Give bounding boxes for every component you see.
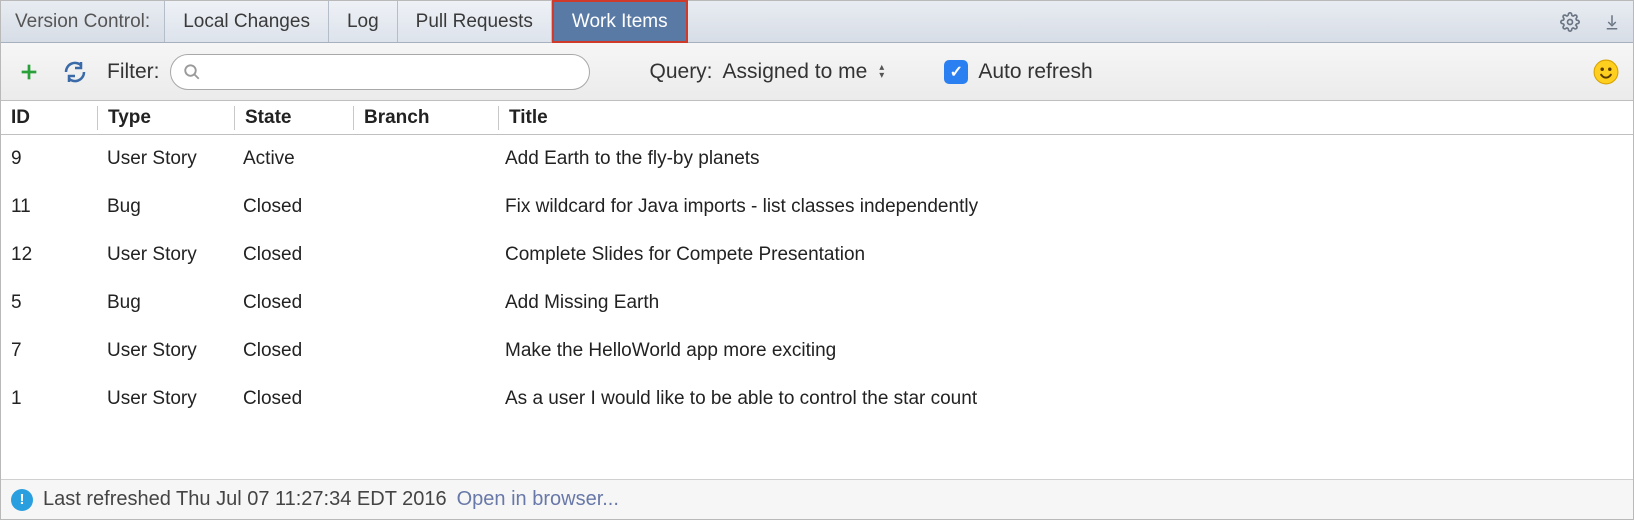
version-control-panel: Version Control: Local Changes Log Pull … (0, 0, 1634, 520)
cell-branch (351, 279, 495, 327)
cell-id: 9 (1, 135, 97, 183)
cell-title: Add Missing Earth (495, 279, 1633, 327)
cell-type: User Story (97, 135, 233, 183)
cell-branch (351, 135, 495, 183)
filter-input[interactable] (209, 61, 577, 82)
status-text: Last refreshed Thu Jul 07 11:27:34 EDT 2… (43, 488, 447, 511)
cell-title: Complete Slides for Compete Presentation (495, 231, 1633, 279)
table-body: 9User StoryActiveAdd Earth to the fly-by… (1, 135, 1633, 479)
filter-label: Filter: (107, 60, 160, 84)
cell-state: Closed (233, 279, 351, 327)
query-dropdown[interactable]: Query: Assigned to me ▴▾ (650, 60, 885, 84)
feedback-icon[interactable] (1593, 59, 1619, 85)
tab-pull-requests[interactable]: Pull Requests (398, 1, 552, 42)
info-icon: ! (11, 489, 33, 511)
updown-icon: ▴▾ (879, 64, 884, 80)
cell-title: Make the HelloWorld app more exciting (495, 327, 1633, 375)
auto-refresh-toggle[interactable]: ✓ Auto refresh (944, 60, 1092, 84)
status-bar: ! Last refreshed Thu Jul 07 11:27:34 EDT… (1, 479, 1633, 519)
cell-state: Closed (233, 375, 351, 423)
checkbox-checked-icon[interactable]: ✓ (944, 60, 968, 84)
cell-type: User Story (97, 231, 233, 279)
panel-title: Version Control: (1, 1, 165, 42)
cell-title: Fix wildcard for Java imports - list cla… (495, 183, 1633, 231)
table-row[interactable]: 1User StoryClosed As a user I would like … (1, 375, 1633, 423)
cell-type: Bug (97, 183, 233, 231)
tab-bar: Version Control: Local Changes Log Pull … (1, 1, 1633, 43)
cell-branch (351, 327, 495, 375)
cell-id: 7 (1, 327, 97, 375)
cell-state: Closed (233, 183, 351, 231)
table-row[interactable]: 12User StoryClosed Complete Slides for Co… (1, 231, 1633, 279)
column-type[interactable]: Type (98, 101, 234, 134)
table-row[interactable]: 5BugClosed Add Missing Earth (1, 279, 1633, 327)
cell-id: 11 (1, 183, 97, 231)
cell-id: 5 (1, 279, 97, 327)
gear-icon[interactable] (1549, 1, 1591, 42)
cell-type: Bug (97, 279, 233, 327)
auto-refresh-label: Auto refresh (978, 60, 1092, 84)
cell-state: Closed (233, 231, 351, 279)
table-row[interactable]: 9User StoryActive Add Earth to the fly-by… (1, 135, 1633, 183)
tab-log[interactable]: Log (329, 1, 398, 42)
cell-title: As a user I would like to be able to con… (495, 375, 1633, 423)
refresh-icon[interactable] (61, 58, 89, 86)
column-id[interactable]: ID (1, 101, 97, 134)
tab-local-changes[interactable]: Local Changes (165, 1, 329, 42)
cell-type: User Story (97, 327, 233, 375)
filter-group: Filter: (107, 54, 590, 90)
column-title[interactable]: Title (499, 101, 1633, 134)
table-row[interactable]: 7User StoryClosed Make the HelloWorld app… (1, 327, 1633, 375)
cell-branch (351, 183, 495, 231)
tab-work-items[interactable]: Work Items (552, 0, 688, 43)
filter-field[interactable] (170, 54, 590, 90)
toolbar: Filter: Query: Assigned to me ▴▾ ✓ Auto … (1, 43, 1633, 101)
cell-title: Add Earth to the fly-by planets (495, 135, 1633, 183)
search-icon[interactable] (183, 63, 201, 81)
table-row[interactable]: 11BugClosed Fix wildcard for Java imports… (1, 183, 1633, 231)
cell-id: 1 (1, 375, 97, 423)
download-icon[interactable] (1591, 1, 1633, 42)
cell-id: 12 (1, 231, 97, 279)
column-branch[interactable]: Branch (354, 101, 498, 134)
table-header: ID Type State Branch Title (1, 101, 1633, 135)
cell-branch (351, 231, 495, 279)
query-label: Query: (650, 60, 713, 84)
cell-type: User Story (97, 375, 233, 423)
query-value: Assigned to me (723, 60, 868, 84)
open-in-browser-link[interactable]: Open in browser... (457, 488, 619, 511)
cell-state: Closed (233, 327, 351, 375)
column-state[interactable]: State (235, 101, 353, 134)
cell-branch (351, 375, 495, 423)
add-icon[interactable] (15, 58, 43, 86)
cell-state: Active (233, 135, 351, 183)
